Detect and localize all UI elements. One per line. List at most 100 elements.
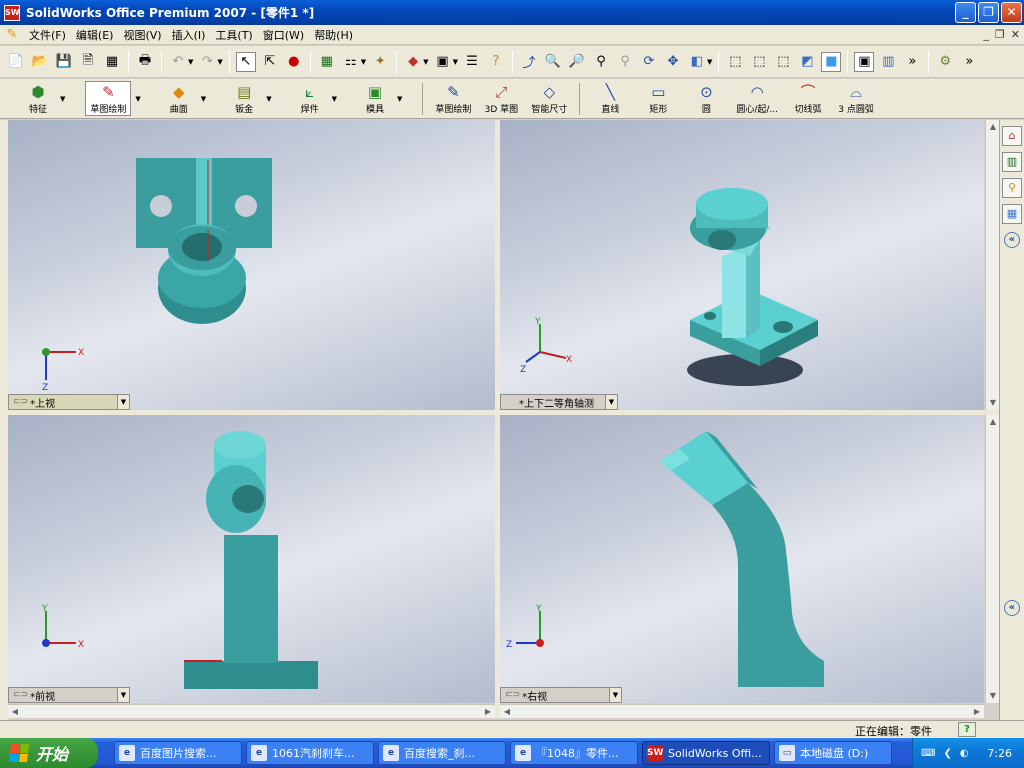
save-icon[interactable]: 💾 <box>54 52 74 72</box>
tool-3d-sketch[interactable]: ⤢ 3D 草图 <box>483 82 519 115</box>
file-explorer-icon[interactable]: ⚲ <box>1002 178 1022 198</box>
file-properties-icon[interactable]: ⚏ <box>341 52 361 72</box>
viewport-splitter-horizontal[interactable] <box>8 410 999 415</box>
vertical-scrollbar[interactable]: ▲ ▼ <box>985 120 999 410</box>
design-library-icon[interactable]: ▥ <box>1002 152 1022 172</box>
shaded-icon[interactable]: ■ <box>821 51 842 72</box>
scroll-left-icon[interactable]: ◀ <box>8 705 22 719</box>
previous-view-icon[interactable]: ⤴ <box>519 52 539 72</box>
chevron-down-icon[interactable]: ▼ <box>117 688 129 702</box>
viewport-splitter-vertical[interactable] <box>495 120 500 718</box>
toolbar-more-icon-2[interactable]: » <box>959 52 979 72</box>
scroll-right-icon[interactable]: ▶ <box>970 705 984 719</box>
doc-minimize-button[interactable]: _ <box>983 28 989 41</box>
home-icon[interactable]: ⌂ <box>1002 126 1022 146</box>
scroll-up-icon[interactable]: ▲ <box>986 120 1000 134</box>
close-button[interactable]: ✕ <box>1001 2 1022 23</box>
viewport-top[interactable]: X Z ⊂⊃ *上视 ▼ <box>8 120 495 410</box>
menu-window[interactable]: 窗口(W) <box>258 27 309 43</box>
scroll-left-icon[interactable]: ◀ <box>500 705 514 719</box>
hidden-lines-visible-icon[interactable]: ⬚ <box>749 52 769 72</box>
viewport-front[interactable]: Y X ⊂⊃ *前视 ▼ <box>8 415 495 703</box>
taskbar-item[interactable]: e 『1048』零件... <box>510 741 638 765</box>
viewport-right[interactable]: Y Z ⊂⊃ *右视 ▼ <box>500 415 984 703</box>
horizontal-scrollbar[interactable]: ◀ ▶ <box>500 704 984 718</box>
open-icon[interactable]: 📂 <box>30 52 50 72</box>
zoom-to-area-icon[interactable]: 🔎 <box>567 52 587 72</box>
help-icon[interactable]: ? <box>958 722 976 737</box>
doc-close-button[interactable]: ✕ <box>1011 28 1020 41</box>
cm-tab-surfaces[interactable]: ◆ 曲面 <box>161 82 197 115</box>
viewport-label-right[interactable]: ⊂⊃ *右视 ▼ <box>500 687 622 703</box>
expand-pane-icon[interactable]: « <box>1004 600 1020 616</box>
start-button[interactable]: 开始 <box>0 738 98 768</box>
view-layout-icon[interactable]: ▣ <box>433 52 453 72</box>
cm-tab-features[interactable]: ⬢ 特征 <box>20 82 56 115</box>
menu-insert[interactable]: 插入(I) <box>167 27 211 43</box>
tray-expand-icon[interactable]: ❮ <box>943 748 951 759</box>
pan-icon[interactable]: ✥ <box>663 52 683 72</box>
viewport-label-top[interactable]: ⊂⊃ *上视 ▼ <box>8 394 130 410</box>
help-icon[interactable]: ? <box>486 52 506 72</box>
taskbar-item[interactable]: e 1061汽刹刹车... <box>246 741 374 765</box>
menu-edit[interactable]: 编辑(E) <box>71 27 119 43</box>
menu-tools[interactable]: 工具(T) <box>210 27 257 43</box>
cm-tab-sketch[interactable]: ✎ 草图绘制 <box>85 81 132 116</box>
rebuild-icon[interactable]: ● <box>284 52 304 72</box>
make-drawing-icon[interactable]: ▦ <box>102 52 122 72</box>
menu-view[interactable]: 视图(V) <box>118 27 166 43</box>
zoom-to-selection-icon[interactable]: ⚲ <box>615 52 635 72</box>
keyboard-icon[interactable]: ⌨ <box>921 748 935 759</box>
viewport-isometric[interactable]: Y X Z *上下二等角轴测 ▼ <box>500 120 984 410</box>
feature-works-icon[interactable]: ✦ <box>370 52 390 72</box>
scroll-right-icon[interactable]: ▶ <box>481 705 495 719</box>
taskbar-item[interactable]: e 百度搜索_刹... <box>378 741 506 765</box>
vertical-scrollbar[interactable]: ▲ ▼ <box>985 415 999 703</box>
select-icon[interactable]: ↖ <box>235 51 256 72</box>
title-bar[interactable]: SW SolidWorks Office Premium 2007 - [零件1… <box>0 0 1024 25</box>
maximize-button[interactable]: ❐ <box>978 2 999 23</box>
minimize-button[interactable]: _ <box>955 2 976 23</box>
undo-icon[interactable]: ↶ <box>168 52 188 72</box>
zoom-in-out-icon[interactable]: ⚲ <box>591 52 611 72</box>
feature-manager-collapsed-strip[interactable] <box>0 120 8 720</box>
tool-circle[interactable]: ⊙ 圆 <box>688 82 724 115</box>
cm-tab-weldments[interactable]: ⟀ 焊件 <box>292 82 328 115</box>
hidden-lines-removed-icon[interactable]: ⬚ <box>773 52 793 72</box>
tool-rectangle[interactable]: ▭ 矩形 <box>640 82 676 115</box>
tool-tangent-arc[interactable]: ⌒ 切线弧 <box>790 82 826 115</box>
collapse-pane-icon[interactable]: « <box>1004 232 1020 248</box>
doc-restore-button[interactable]: ❐ <box>995 28 1005 41</box>
redo-icon[interactable]: ↷ <box>197 52 217 72</box>
options-grid-icon[interactable]: ▦ <box>317 52 337 72</box>
wireframe-icon[interactable]: ⬚ <box>725 52 745 72</box>
chevron-down-icon[interactable]: ▼ <box>605 395 617 409</box>
standard-views-icon[interactable]: ◧ <box>687 52 707 72</box>
toolbar-more-icon[interactable]: » <box>902 52 922 72</box>
tool-centerpoint-arc[interactable]: ◠ 圆心/起/... <box>736 82 778 115</box>
tool-smart-dimension[interactable]: ◇ 智能尺寸 <box>531 82 567 115</box>
print-icon[interactable]: 🖶 <box>135 52 155 72</box>
scroll-down-icon[interactable]: ▼ <box>986 396 1000 410</box>
appearances-icon[interactable]: ▦ <box>1002 204 1022 224</box>
taskbar-item[interactable]: e 百度图片搜索... <box>114 741 242 765</box>
menu-file[interactable]: 文件(F) <box>24 27 71 43</box>
perspective-icon[interactable]: ▥ <box>878 52 898 72</box>
menu-logo-icon[interactable]: ✎ <box>4 27 20 43</box>
tool-line[interactable]: ╲ 直线 <box>592 82 628 115</box>
network-icon[interactable]: ◐ <box>960 748 969 759</box>
shaded-with-edges-icon[interactable]: ◩ <box>797 52 817 72</box>
tool-sketch[interactable]: ✎ 草图绘制 <box>435 82 471 115</box>
menu-help[interactable]: 帮助(H) <box>309 27 358 43</box>
chevron-down-icon[interactable]: ▼ <box>609 688 621 702</box>
cm-tab-mold[interactable]: ▣ 模具 <box>357 82 393 115</box>
toolbox-icon[interactable]: ⚙ <box>935 52 955 72</box>
cm-tab-sheetmetal[interactable]: ▤ 钣金 <box>226 82 262 115</box>
scroll-up-icon[interactable]: ▲ <box>986 415 1000 429</box>
horizontal-scrollbar[interactable]: ◀ ▶ <box>8 704 495 718</box>
clock[interactable]: 7:26 <box>987 747 1012 760</box>
properties-icon[interactable]: ☰ <box>462 52 482 72</box>
taskbar-item[interactable]: ▭ 本地磁盘 (D:) <box>774 741 892 765</box>
print-preview-icon[interactable]: 🗎 <box>78 52 98 72</box>
select-filter-icon[interactable]: ⇱ <box>260 52 280 72</box>
